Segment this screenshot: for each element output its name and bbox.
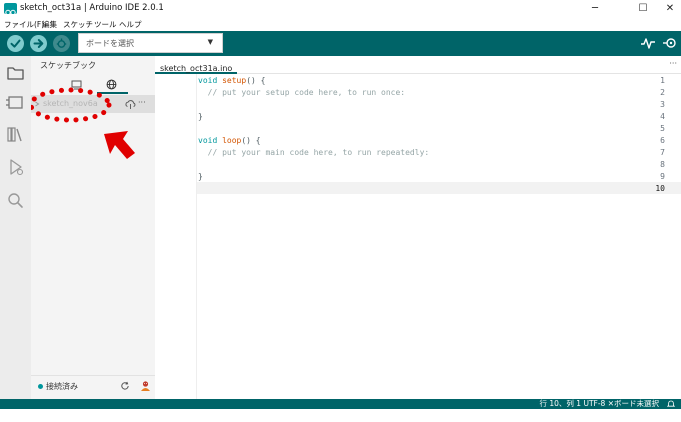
minimize-button[interactable]: ─ — [586, 2, 604, 16]
library-icon — [7, 127, 22, 142]
refresh-icon[interactable] — [120, 381, 130, 391]
verify-button[interactable] — [7, 35, 24, 52]
upload-button[interactable] — [30, 35, 47, 52]
tab-label: sketch_oct31a.ino — [160, 64, 233, 73]
arduino-logo-icon — [4, 3, 17, 16]
cloud-user-icon[interactable] — [140, 380, 151, 392]
status-bar: 行 10、列 1 UTF-8 ✕ボード未選択 — [0, 399, 681, 409]
code-line: void setup() { — [198, 76, 266, 85]
status-bar-info[interactable]: 行 10、列 1 UTF-8 ✕ボード未選択 — [540, 399, 660, 409]
code-line: } — [198, 112, 203, 121]
code-editor[interactable]: sketch_oct31a.ino ··· 1 2 3 4 5 6 7 8 9 … — [155, 56, 681, 399]
line-number: 8 — [660, 160, 665, 169]
connection-status-dot — [38, 384, 43, 389]
boards-manager-activity[interactable] — [0, 88, 31, 118]
window-title: sketch_oct31a | Arduino IDE 2.0.1 — [20, 3, 164, 13]
menu-edit[interactable]: 編集 — [42, 19, 57, 30]
annotation-arrow-icon — [104, 131, 135, 159]
sidebar-divider — [31, 375, 155, 376]
sketchbook-panel: スケッチブック sketch_nov6a ··· 接続済み — [31, 56, 155, 399]
menu-tools[interactable]: ツール — [94, 19, 117, 30]
chevron-down-icon: ▼ — [207, 38, 213, 46]
folder-icon — [7, 67, 24, 80]
line-number: 1 — [660, 76, 665, 85]
title-bar: sketch_oct31a | Arduino IDE 2.0.1 ─ ☐ ✕ — [0, 0, 681, 18]
annotation-overlay — [31, 87, 135, 159]
line-number: 3 — [660, 100, 665, 109]
line-number: 2 — [660, 88, 665, 97]
line-number: 6 — [660, 136, 665, 145]
code-line: void loop() { — [198, 136, 261, 145]
activity-bar — [0, 56, 31, 399]
code-line: // put your main code here, to run repea… — [207, 148, 430, 157]
debug-button[interactable] — [53, 35, 70, 52]
notification-bell-icon[interactable] — [667, 400, 675, 408]
sketchbook-title: スケッチブック — [40, 61, 96, 70]
check-icon — [10, 39, 21, 48]
board-select-placeholder: ボードを選択 — [86, 39, 134, 48]
search-activity[interactable] — [0, 186, 31, 216]
editor-tab-bar: sketch_oct31a.ino ··· — [155, 56, 681, 74]
debug-play-icon — [10, 159, 24, 176]
debug-icon — [56, 38, 67, 48]
board-select[interactable]: ボードを選択 ▼ — [78, 33, 223, 53]
menu-bar: ファイル(F) 編集 スケッチ ツール ヘルプ — [0, 18, 681, 31]
arrow-right-icon — [33, 39, 44, 48]
annotation-circle — [31, 87, 112, 123]
maximize-button[interactable]: ☐ — [634, 2, 652, 16]
sketchbook-activity[interactable] — [0, 58, 31, 88]
serial-monitor-icon[interactable] — [663, 36, 679, 51]
menu-file[interactable]: ファイル(F) — [4, 19, 44, 30]
library-manager-activity[interactable] — [0, 120, 31, 150]
line-number-gutter — [155, 74, 197, 399]
board-icon — [6, 96, 23, 109]
bottom-strip — [0, 409, 681, 422]
search-icon — [8, 193, 23, 208]
line-number: 9 — [660, 172, 665, 181]
serial-plotter-icon[interactable] — [640, 37, 656, 50]
close-button[interactable]: ✕ — [661, 2, 679, 16]
line-number: 4 — [660, 112, 665, 121]
line-number: 7 — [660, 148, 665, 157]
debug-activity[interactable] — [0, 152, 31, 182]
menu-help[interactable]: ヘルプ — [119, 19, 142, 30]
editor-more-options-icon[interactable]: ··· — [669, 59, 677, 68]
line-number-current: 10 — [655, 184, 665, 193]
menu-sketch[interactable]: スケッチ — [63, 19, 93, 30]
code-line: // put your setup code here, to run once… — [207, 88, 406, 97]
tab-sketch-file[interactable]: sketch_oct31a.ino — [155, 56, 238, 74]
code-line: } — [198, 172, 203, 181]
line-number: 5 — [660, 124, 665, 133]
connection-status: 接続済み — [46, 382, 78, 391]
current-line-highlight — [197, 182, 681, 194]
